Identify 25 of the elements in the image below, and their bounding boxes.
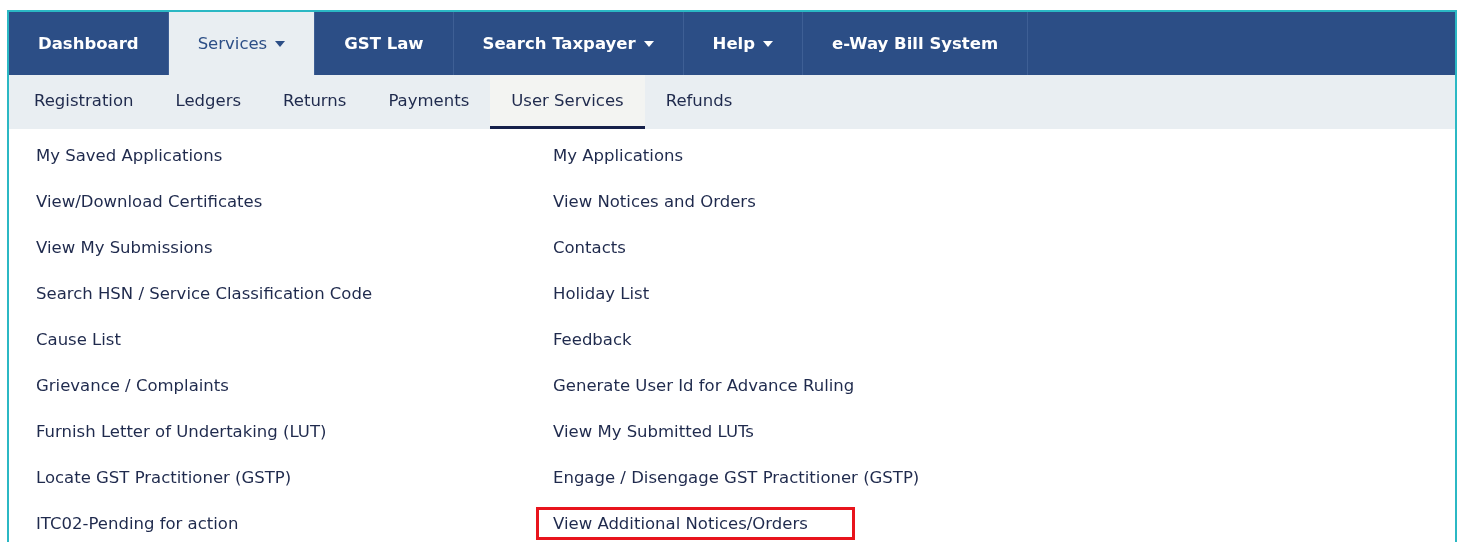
menu-link[interactable]: Contacts [536, 230, 643, 264]
sub-nav-tab[interactable]: Refunds [644, 75, 754, 129]
menu-link[interactable]: View Additional Notices/Orders [536, 506, 855, 540]
sub-nav-tab[interactable]: Registration [13, 75, 155, 129]
menu-link[interactable]: Engage / Disengage GST Practitioner (GSTP) [536, 460, 937, 494]
menu-link[interactable]: Locate GST Practitioner (GSTP) [19, 460, 309, 494]
nav-tab[interactable]: Services [168, 12, 316, 75]
sub-nav-tab[interactable]: User Services [490, 75, 645, 129]
menu-link[interactable]: Furnish Letter of Undertaking (LUT) [19, 414, 344, 448]
menu-link[interactable]: Holiday List [536, 276, 667, 310]
menu-link[interactable]: View Notices and Orders [536, 184, 773, 218]
sub-nav-tab[interactable]: Payments [367, 75, 491, 129]
menu-link[interactable]: My Saved Applications [19, 138, 240, 172]
menu-link[interactable]: View/Download Certificates [19, 184, 280, 218]
menu-link[interactable]: Cause List [19, 322, 138, 356]
menu-link[interactable]: My Applications [536, 138, 701, 172]
menu-link[interactable]: Generate User Id for Advance Ruling [536, 368, 872, 402]
menu-link[interactable]: Feedback [536, 322, 649, 356]
menu-link[interactable]: Grievance / Complaints [19, 368, 246, 402]
menu-link[interactable]: View My Submitted LUTs [536, 414, 771, 448]
menu-link[interactable]: ITC02-Pending for action [19, 506, 256, 540]
sub-nav-tab[interactable]: Ledgers [154, 75, 263, 129]
menu-link[interactable]: Search HSN / Service Classification Code [19, 276, 390, 310]
menu-link[interactable]: View My Submissions [19, 230, 230, 264]
sub-nav-tab[interactable]: Returns [262, 75, 368, 129]
